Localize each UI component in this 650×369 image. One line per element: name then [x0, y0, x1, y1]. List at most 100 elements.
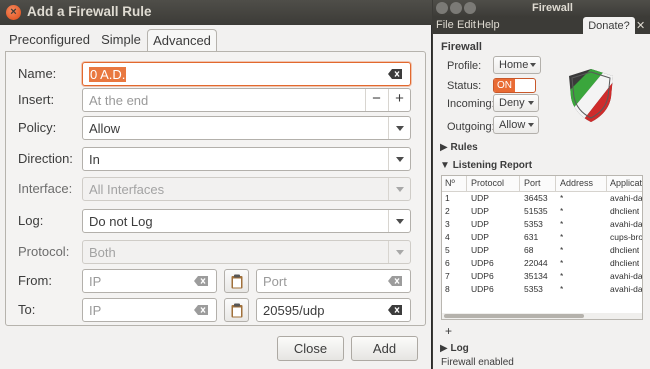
horizontal-scrollbar[interactable] — [442, 313, 642, 319]
close-button[interactable]: Close — [277, 336, 344, 361]
cell-port: 51535 — [524, 206, 548, 216]
insert-spinbox[interactable]: At the end − + — [82, 88, 411, 112]
protocol-value: Both — [89, 245, 116, 260]
from-paste-button[interactable] — [224, 269, 249, 293]
chevron-down-icon — [528, 101, 534, 105]
table-row[interactable]: 2 UDP 51535 * dhclient — [442, 205, 642, 218]
cell-address: * — [560, 258, 564, 268]
clear-icon[interactable] — [388, 69, 402, 79]
listening-report-table[interactable]: Nº Protocol Port Address Applicat 1 UDP … — [441, 175, 643, 320]
cell-address: * — [560, 284, 564, 294]
add-report-rule-button[interactable]: + — [445, 324, 452, 338]
tab-simple[interactable]: Simple — [95, 29, 147, 51]
window-minimize-icon[interactable] — [450, 2, 462, 14]
tab-preconfigured[interactable]: Preconfigured — [6, 29, 93, 51]
cell-address: * — [560, 219, 564, 229]
add-button[interactable]: Add — [351, 336, 418, 361]
profile-value: Home — [499, 59, 529, 71]
profile-combo[interactable]: Home — [493, 56, 541, 74]
listening-report-expander[interactable]: ▼ Listening Report — [440, 160, 532, 171]
chevron-down-icon — [388, 148, 410, 170]
column-header[interactable]: Protocol — [471, 178, 504, 188]
cell-port: 36453 — [524, 193, 548, 203]
cell-number: 7 — [445, 271, 450, 281]
firewall-window-title: Firewall — [532, 2, 573, 14]
direction-combo[interactable]: In — [82, 147, 411, 171]
interface-value: All Interfaces — [89, 182, 165, 197]
firewall-section-title: Firewall — [441, 41, 482, 53]
cell-protocol: UDP6 — [471, 284, 494, 294]
clear-icon[interactable] — [194, 276, 208, 286]
direction-value: In — [89, 152, 100, 167]
chevron-down-icon — [388, 210, 410, 232]
cell-protocol: UDP — [471, 193, 489, 203]
interface-combo: All Interfaces — [82, 177, 411, 201]
window-close-icon[interactable] — [436, 2, 448, 14]
chevron-down-icon — [528, 123, 534, 127]
protocol-row: Protocol: Both — [18, 240, 411, 264]
clear-icon[interactable] — [194, 305, 208, 315]
tab-advanced[interactable]: Advanced — [147, 29, 217, 51]
log-expander[interactable]: ▶ Log — [440, 343, 469, 354]
status-label: Status: — [447, 80, 482, 92]
column-header[interactable]: Nº — [445, 178, 455, 188]
increment-button[interactable]: + — [388, 89, 410, 111]
incoming-value: Deny — [499, 97, 525, 109]
cell-number: 1 — [445, 193, 450, 203]
cell-address: * — [560, 193, 564, 203]
scrollbar-thumb[interactable] — [444, 314, 584, 318]
to-ip-input[interactable]: IP — [82, 298, 217, 322]
rules-expander[interactable]: ▶ Rules — [440, 142, 478, 153]
table-row[interactable]: 8 UDP6 5353 * avahi-da — [442, 283, 642, 296]
table-row[interactable]: 1 UDP 36453 * avahi-da — [442, 192, 642, 205]
statusbar-text: Firewall enabled — [441, 357, 514, 368]
table-row[interactable]: 6 UDP6 22044 * dhclient — [442, 257, 642, 270]
policy-combo[interactable]: Allow — [82, 116, 411, 140]
decrement-button[interactable]: − — [365, 89, 387, 111]
column-header[interactable]: Address — [560, 178, 593, 188]
name-input[interactable]: 0 A.D. — [82, 62, 411, 86]
table-row[interactable]: 5 UDP 68 * dhclient — [442, 244, 642, 257]
from-label: From: — [18, 273, 52, 288]
clear-icon[interactable] — [388, 305, 402, 315]
outgoing-combo[interactable]: Allow — [493, 116, 539, 134]
column-header[interactable]: Port — [524, 178, 541, 188]
menu-edit[interactable]: Edit — [457, 19, 476, 31]
from-port-input[interactable]: Port — [256, 269, 411, 293]
window-maximize-icon[interactable] — [464, 2, 476, 14]
donate-tab[interactable]: Donate? — [583, 17, 635, 37]
menu-file[interactable]: File — [436, 19, 454, 31]
name-label: Name: — [18, 66, 57, 81]
dialog-titlebar: × Add a Firewall Rule — [0, 0, 432, 25]
cell-application: avahi-da — [610, 219, 643, 229]
cell-port: 68 — [524, 245, 534, 255]
cell-address: * — [560, 232, 564, 242]
cell-address: * — [560, 206, 564, 216]
cell-port: 35134 — [524, 271, 548, 281]
donate-close-icon[interactable]: ✕ — [636, 19, 645, 32]
protocol-combo: Both — [82, 240, 411, 264]
protocol-label: Protocol: — [18, 244, 70, 259]
direction-row: Direction: In — [18, 147, 411, 171]
clear-icon[interactable] — [388, 276, 402, 286]
incoming-combo[interactable]: Deny — [493, 94, 539, 112]
log-combo[interactable]: Do not Log — [82, 209, 411, 233]
listening-report-label: Listening Report — [452, 160, 533, 171]
insert-row: Insert: At the end − + — [18, 88, 411, 112]
to-row: To: IP 20595/udp — [18, 298, 411, 322]
cell-application: dhclient — [610, 206, 640, 216]
to-paste-button[interactable] — [224, 298, 249, 322]
close-icon[interactable]: × — [6, 5, 21, 20]
chevron-down-icon — [388, 241, 410, 263]
cell-application: avahi-da — [610, 271, 643, 281]
policy-value: Allow — [89, 121, 121, 136]
firewall-shield-icon — [569, 69, 613, 122]
table-row[interactable]: 7 UDP6 35134 * avahi-da — [442, 270, 643, 283]
column-header[interactable]: Applicat — [610, 178, 642, 188]
status-toggle[interactable]: ON — [493, 78, 536, 93]
from-ip-input[interactable]: IP — [82, 269, 217, 293]
table-row[interactable]: 4 UDP 631 * cups-bro — [442, 231, 642, 244]
to-port-input[interactable]: 20595/udp — [256, 298, 411, 322]
table-row[interactable]: 3 UDP 5353 * avahi-da — [442, 218, 643, 231]
menu-help[interactable]: Help — [477, 19, 500, 31]
